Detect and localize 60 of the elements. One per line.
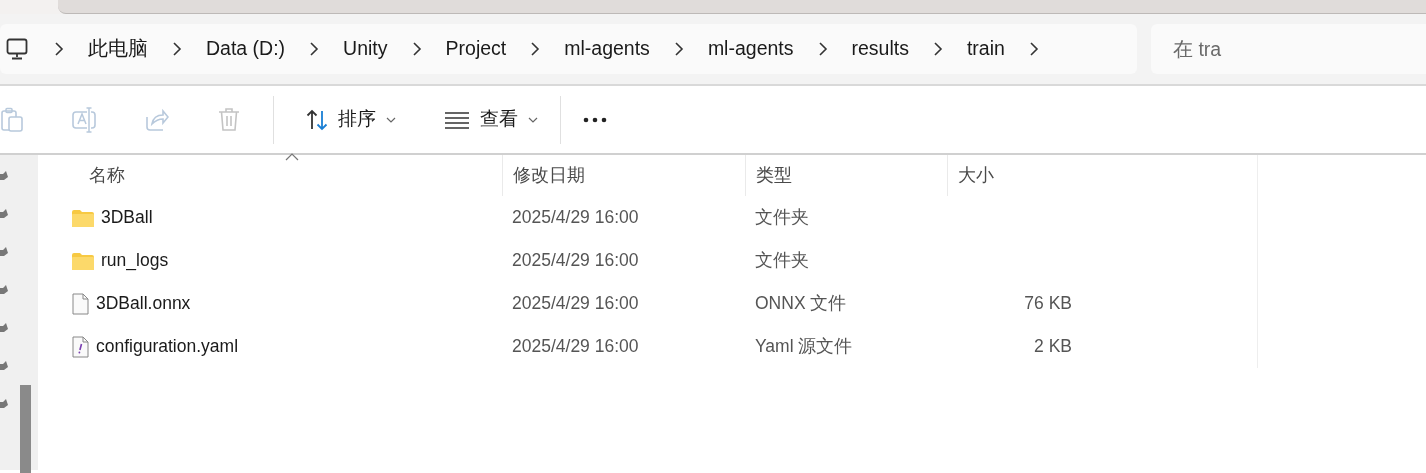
table-cell-text: 2025/4/29 16:00 bbox=[511, 292, 640, 316]
breadcrumb-item[interactable]: Project bbox=[431, 34, 521, 64]
column-header[interactable]: 类型 bbox=[745, 155, 947, 196]
pin-icon[interactable] bbox=[0, 247, 8, 257]
pin-icon[interactable] bbox=[0, 285, 8, 295]
chevron-icon[interactable] bbox=[54, 42, 64, 56]
pin-icon[interactable] bbox=[0, 323, 8, 333]
chevron-icon[interactable] bbox=[932, 42, 943, 56]
table-cell-text: 文件夹 bbox=[754, 206, 810, 230]
pin-icon[interactable] bbox=[0, 361, 8, 371]
scrollbar-thumb[interactable] bbox=[20, 385, 31, 473]
breadcrumb-item[interactable]: 此电脑 bbox=[74, 34, 162, 64]
folder-icon bbox=[72, 251, 94, 270]
chevron-icon[interactable] bbox=[817, 42, 828, 56]
column-header[interactable]: 大小 bbox=[947, 155, 1083, 196]
breadcrumb-item[interactable]: Unity bbox=[329, 34, 402, 64]
yaml-file-icon bbox=[72, 335, 89, 358]
caret-icon bbox=[386, 116, 396, 123]
chevron-icon[interactable] bbox=[172, 42, 182, 56]
trash-icon bbox=[217, 107, 241, 132]
caret-icon bbox=[528, 116, 538, 123]
sort-icon bbox=[306, 107, 328, 132]
chevron-icon[interactable] bbox=[1028, 42, 1039, 56]
pin-icon[interactable] bbox=[0, 399, 8, 409]
file-name[interactable]: configuration.yaml bbox=[96, 333, 239, 360]
pin-icon[interactable] bbox=[0, 209, 8, 219]
column-header[interactable]: 修改日期 bbox=[502, 155, 745, 196]
column-header-label[interactable]: 名称 bbox=[89, 162, 125, 189]
pin-icon[interactable] bbox=[0, 171, 8, 181]
computer-icon[interactable] bbox=[6, 38, 28, 60]
sort-button[interactable]: 排序 bbox=[296, 99, 406, 140]
breadcrumb-item[interactable]: ml-agents bbox=[550, 34, 664, 64]
text-cursor-icon bbox=[72, 106, 96, 133]
chevron-icon[interactable] bbox=[530, 42, 541, 56]
folder-icon bbox=[72, 208, 94, 227]
table-cell-text: 2025/4/29 16:00 bbox=[511, 335, 640, 359]
file-icon bbox=[72, 292, 89, 315]
table-cell-text: ONNX 文件 bbox=[754, 292, 848, 316]
breadcrumb-item[interactable]: Data (D:) bbox=[192, 34, 300, 64]
breadcrumb-item[interactable]: ml-agents bbox=[693, 34, 808, 64]
view-button[interactable]: 查看 bbox=[434, 99, 548, 140]
chevron-icon[interactable] bbox=[309, 42, 320, 56]
address-bar[interactable]: 此电脑 Data (D:) Unity Project ml-agents ml-agents results train bbox=[0, 24, 1137, 74]
table-cell-text: Yaml 源文件 bbox=[754, 335, 854, 359]
table-cell-text: 文件夹 bbox=[754, 249, 810, 273]
more-icon bbox=[583, 116, 607, 123]
file-name[interactable]: 3DBall bbox=[101, 204, 153, 231]
table-cell-text: 2 KB bbox=[1033, 335, 1073, 359]
breadcrumb-item[interactable]: train bbox=[952, 34, 1019, 64]
chevron-icon[interactable] bbox=[673, 42, 684, 56]
breadcrumb-item[interactable]: results bbox=[837, 34, 923, 64]
sort-caret-icon bbox=[285, 153, 299, 161]
share-icon bbox=[144, 107, 169, 132]
chevron-icon[interactable] bbox=[411, 42, 422, 56]
table-cell-text: 2025/4/29 16:00 bbox=[511, 206, 640, 230]
search-field[interactable]: 在 tra bbox=[1151, 24, 1426, 74]
file-name[interactable]: 3DBall.onnx bbox=[96, 290, 191, 317]
table-cell-text: 76 KB bbox=[1023, 292, 1073, 316]
table-cell-text: 2025/4/29 16:00 bbox=[511, 249, 640, 273]
file-name[interactable]: run_logs bbox=[101, 247, 169, 274]
